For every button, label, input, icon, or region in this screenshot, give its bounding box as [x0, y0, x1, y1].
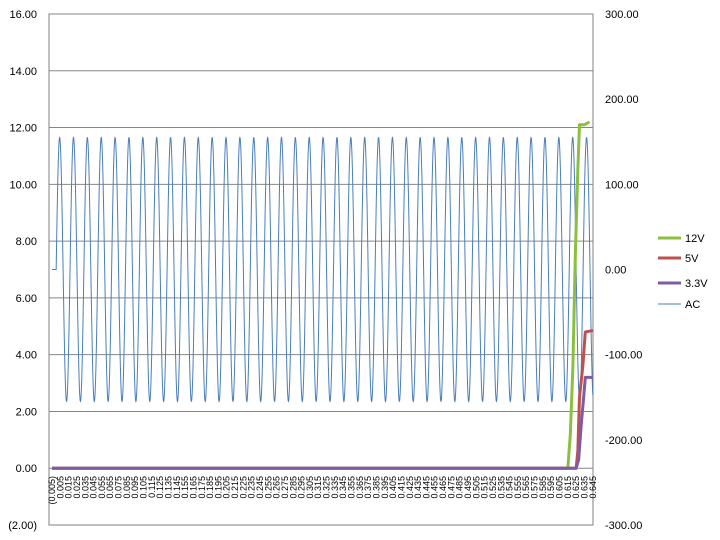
y-tick-label-left: (2.00)	[8, 520, 37, 532]
y-tick-label-right: -300.00	[605, 520, 642, 532]
primary-axis-ticks: (2.00) 0.00 2.00 4.00 6.00 8.00 10.00 12.00 14.0…	[8, 9, 37, 532]
legend-label: AC	[685, 299, 700, 311]
y-tick-label-left: 12.00	[9, 123, 37, 135]
legend: 12V 5V 3.3V AC	[658, 233, 708, 311]
y-tick-label-left: 6.00	[16, 293, 37, 305]
y-tick-label-left: 4.00	[16, 350, 37, 362]
y-tick-label-left: 2.00	[16, 406, 37, 418]
x-tick-label: 0.645	[588, 476, 598, 499]
y-tick-label-left: 14.00	[9, 66, 37, 78]
plot-area	[48, 13, 594, 526]
y-tick-label-left: 0.00	[16, 463, 37, 475]
legend-label: 5V	[685, 253, 699, 265]
y-tick-label-right: -100.00	[605, 350, 642, 362]
chart-svg: (2.00) 0.00 2.00 4.00 6.00 8.00 10.00 12.00 14.0…	[8, 9, 708, 532]
y-tick-label-right: -200.00	[605, 435, 642, 447]
y-tick-label-right: 100.00	[605, 179, 639, 191]
legend-label: 3.3V	[685, 278, 708, 290]
y-tick-label-right: 300.00	[605, 9, 639, 21]
y-tick-label-right: 0.00	[605, 265, 626, 277]
y-tick-label-left: 10.00	[9, 179, 37, 191]
y-tick-label-right: 200.00	[605, 94, 639, 106]
secondary-axis-ticks: -300.00 -200.00 -100.00 0.00 100.00 200.00 300…	[605, 9, 642, 532]
legend-label: 12V	[685, 233, 705, 245]
chart: (2.00) 0.00 2.00 4.00 6.00 8.00 10.00 12.00 14.0…	[0, 0, 720, 540]
y-tick-label-left: 16.00	[9, 9, 37, 21]
y-tick-label-left: 8.00	[16, 236, 37, 248]
